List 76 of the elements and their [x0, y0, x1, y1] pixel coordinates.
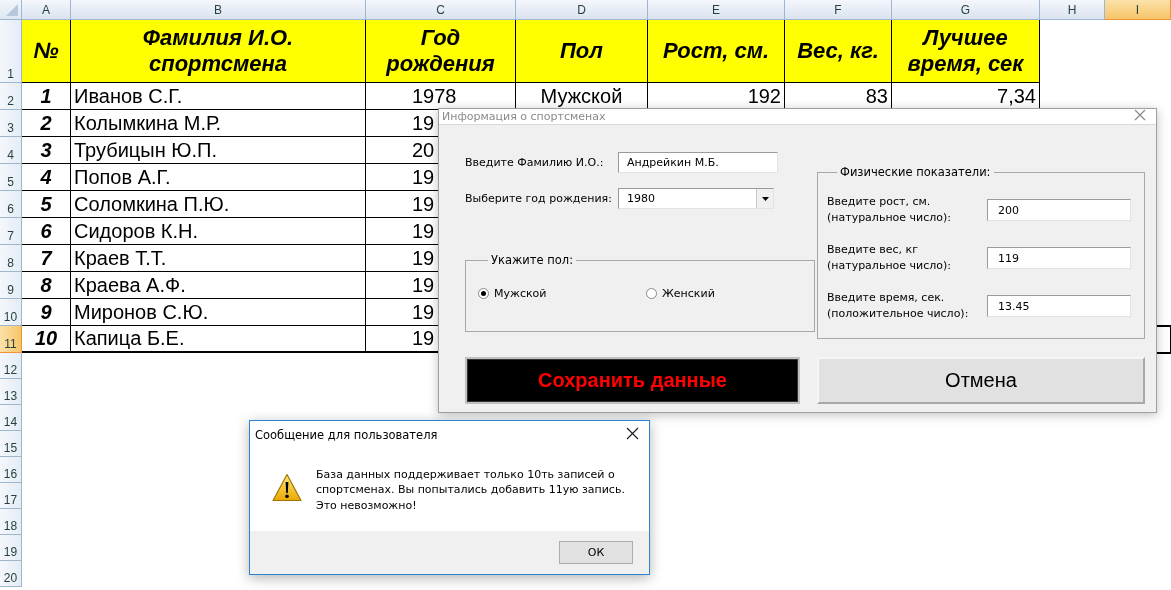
row-header[interactable]: 16: [0, 457, 22, 483]
row-header[interactable]: 12: [0, 353, 22, 379]
input-field[interactable]: 13.45: [987, 295, 1131, 317]
field-label: Введите время, сек. (положительное число):: [827, 290, 970, 322]
ok-button[interactable]: ОК: [559, 541, 633, 564]
table-cell: 1: [22, 83, 71, 110]
row-header[interactable]: 13: [0, 379, 22, 405]
row-header[interactable]: 7: [0, 218, 22, 245]
row-header[interactable]: 18: [0, 509, 22, 535]
row-header[interactable]: 11: [0, 326, 22, 353]
row-header[interactable]: 4: [0, 137, 22, 164]
dropdown-arrow-icon[interactable]: [761, 196, 769, 201]
radio-button[interactable]: [478, 288, 489, 299]
row-header[interactable]: 9: [0, 272, 22, 299]
table-cell: Соломкина П.Ю.: [71, 191, 366, 218]
cancel-button[interactable]: Отмена: [817, 357, 1145, 404]
input-field[interactable]: 200: [987, 199, 1131, 221]
window-title: Сообщение для пользователя: [255, 428, 438, 442]
table-cell: 6: [22, 218, 71, 245]
column-header[interactable]: D: [516, 0, 648, 20]
table-cell: 8: [22, 272, 71, 299]
row-header[interactable]: 6: [0, 191, 22, 218]
table-cell: 5: [22, 191, 71, 218]
column-header[interactable]: E: [648, 0, 785, 20]
row-header[interactable]: 1: [0, 20, 22, 83]
header-cell: Лучшее время, сек: [892, 20, 1040, 83]
table-cell: Сидоров К.Н.: [71, 218, 366, 245]
row-header[interactable]: 17: [0, 483, 22, 509]
header-cell: Рост, см.: [648, 20, 785, 83]
table-cell: Колымкина М.Р.: [71, 110, 366, 137]
row-header[interactable]: 20: [0, 561, 22, 587]
header-cell: Год рождения: [366, 20, 516, 83]
row-header[interactable]: 19: [0, 535, 22, 561]
column-header[interactable]: I: [1105, 0, 1171, 20]
row-header[interactable]: 2: [0, 83, 22, 110]
group-label: Физические показатели:: [839, 165, 992, 179]
row-header[interactable]: 8: [0, 245, 22, 272]
row-header[interactable]: 15: [0, 431, 22, 457]
field-label: Введите рост, см. (натуральное число):: [827, 194, 953, 226]
column-header[interactable]: A: [22, 0, 71, 20]
radio-button[interactable]: [646, 288, 657, 299]
row-header[interactable]: 5: [0, 164, 22, 191]
table-cell: 9: [22, 299, 71, 326]
table-cell: Краева А.Ф.: [71, 272, 366, 299]
close-icon[interactable]: [626, 427, 639, 440]
save-button[interactable]: Сохранить данные: [465, 357, 800, 404]
table-cell: Капица Б.Е.: [71, 326, 366, 353]
table-cell: Краев Т.Т.: [71, 245, 366, 272]
field-label: Введите вес, кг (натуральное число):: [827, 242, 953, 274]
year-dropdown[interactable]: 1980: [618, 188, 774, 209]
row-header[interactable]: 10: [0, 299, 22, 326]
table-cell: Трубицын Ю.П.: [71, 137, 366, 164]
header-cell: Вес, кг.: [785, 20, 892, 83]
column-header[interactable]: C: [366, 0, 516, 20]
table-cell: Иванов С.Г.: [71, 83, 366, 110]
header-cell: №: [22, 20, 71, 83]
input-field[interactable]: 119: [987, 247, 1131, 269]
header-cell: Пол: [516, 20, 648, 83]
column-header[interactable]: F: [785, 0, 892, 20]
column-header[interactable]: G: [892, 0, 1040, 20]
radio-label[interactable]: Женский: [662, 287, 715, 300]
column-header[interactable]: H: [1040, 0, 1105, 20]
column-header[interactable]: B: [71, 0, 366, 20]
message-text: База данных поддерживает только 10ть записей о спортсменах. Вы попытались добавить 11ую запись. Это невозможно!: [316, 466, 626, 514]
table-cell: 7: [22, 245, 71, 272]
table-cell: 4: [22, 164, 71, 191]
row-header[interactable]: 14: [0, 405, 22, 431]
table-cell: 10: [22, 326, 71, 353]
name-field[interactable]: Андрейкин М.Б.: [618, 152, 778, 173]
header-cell: Фамилия И.О. спортсмена: [71, 20, 366, 83]
table-cell: Миронов С.Ю.: [71, 299, 366, 326]
table-cell: Попов А.Г.: [71, 164, 366, 191]
row-header[interactable]: 3: [0, 110, 22, 137]
table-cell: 3: [22, 137, 71, 164]
table-cell: 2: [22, 110, 71, 137]
warning-icon: [272, 472, 302, 502]
